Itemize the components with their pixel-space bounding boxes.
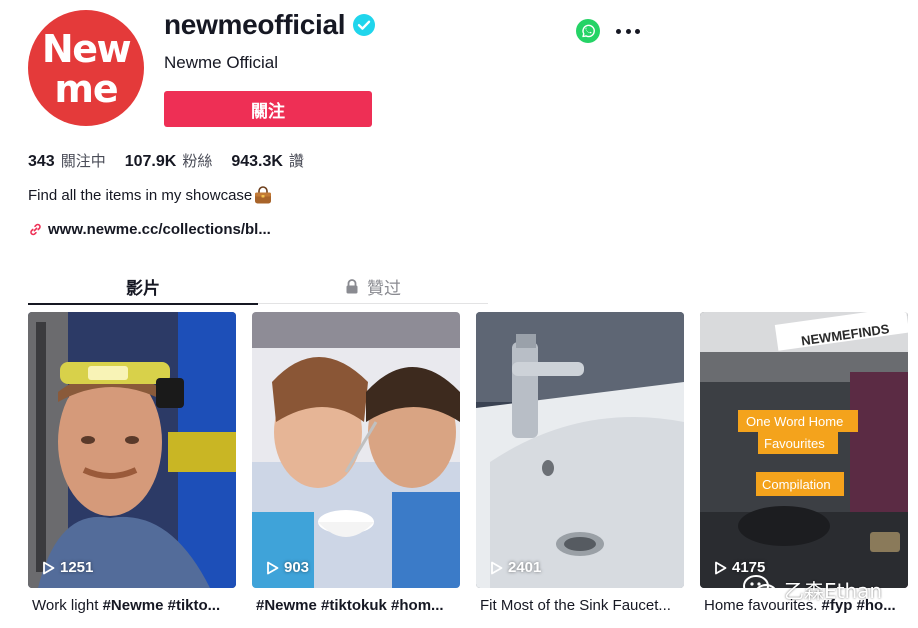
overlay-label-1b: Favourites bbox=[764, 436, 825, 451]
video-caption[interactable]: Fit Most of the Sink Faucet... bbox=[476, 597, 684, 614]
play-icon bbox=[267, 561, 279, 574]
watermark: 乙森Ethan bbox=[742, 574, 882, 604]
video-card[interactable]: 903 #Newme #tiktokuk #hom... bbox=[252, 312, 460, 614]
tab-liked[interactable]: 贊过 bbox=[258, 268, 488, 304]
video-thumbnail-image bbox=[476, 312, 684, 588]
play-icon bbox=[715, 561, 727, 574]
more-dot bbox=[635, 28, 640, 34]
stat-label: 讚 bbox=[288, 152, 304, 170]
profile-tabs: 影片 贊过 bbox=[28, 268, 488, 305]
profile-stats: 343 關注中 107.9K 粉絲 943.3K 讚 bbox=[28, 150, 323, 171]
more-options-button[interactable] bbox=[616, 20, 640, 42]
overlay-label-2: Compilation bbox=[762, 477, 831, 492]
stat-label: 關注中 bbox=[60, 152, 106, 170]
profile-link[interactable]: www.newme.cc/collections/bl... bbox=[28, 221, 271, 238]
video-thumbnail-image: NEWMEFINDS One Word Home Favourites Comp… bbox=[700, 312, 908, 588]
play-count-value: 2401 bbox=[508, 559, 542, 576]
video-caption[interactable]: Work light #Newme #tikto... bbox=[28, 597, 236, 614]
verified-icon bbox=[353, 14, 376, 36]
video-caption[interactable]: #Newme #tiktokuk #hom... bbox=[252, 597, 460, 614]
stat-value: 943.3K bbox=[231, 153, 283, 170]
video-thumbnail[interactable]: 903 bbox=[252, 312, 460, 588]
video-thumbnail[interactable]: NEWMEFINDS One Word Home Favourites Comp… bbox=[700, 312, 908, 588]
tab-liked-label: 贊过 bbox=[367, 278, 401, 299]
tab-videos[interactable]: 影片 bbox=[28, 268, 258, 304]
stat-followers[interactable]: 107.9K 粉絲 bbox=[125, 150, 213, 171]
display-name: Newme Official bbox=[164, 53, 278, 72]
video-thumbnail[interactable]: 2401 bbox=[476, 312, 684, 588]
play-count: 2401 bbox=[490, 559, 541, 576]
video-card[interactable]: 1251 Work light #Newme #tikto... bbox=[28, 312, 236, 614]
stat-label: 粉絲 bbox=[182, 152, 213, 170]
avatar-logo-line2: me bbox=[54, 67, 118, 111]
stat-following[interactable]: 343 關注中 bbox=[28, 150, 106, 171]
bio-text: Find all the items in my showcase bbox=[28, 186, 253, 204]
video-caption-text: Fit Most of the Sink Faucet... bbox=[480, 597, 671, 614]
active-tab-indicator bbox=[28, 303, 258, 305]
wechat-icon bbox=[743, 575, 777, 602]
play-count: 903 bbox=[266, 559, 309, 576]
overlay-label-1a: One Word Home bbox=[746, 414, 843, 429]
video-card[interactable]: 2401 Fit Most of the Sink Faucet... bbox=[476, 312, 684, 614]
stat-value: 343 bbox=[28, 153, 55, 170]
video-thumbnail-image bbox=[28, 312, 236, 588]
bio: Find all the items in my showcase bbox=[28, 186, 273, 204]
video-caption-hashtags: #Newme #tiktokuk #hom... bbox=[256, 597, 444, 614]
play-count-value: 1251 bbox=[60, 559, 94, 576]
video-caption-hashtags: #Newme #tikto... bbox=[102, 597, 221, 614]
play-icon bbox=[43, 561, 55, 574]
more-dot bbox=[616, 28, 621, 34]
avatar[interactable]: New me bbox=[28, 10, 144, 126]
profile-link-text: www.newme.cc/collections/bl... bbox=[48, 221, 271, 238]
stat-value: 107.9K bbox=[124, 153, 177, 170]
video-thumbnail[interactable]: 1251 bbox=[28, 312, 236, 588]
video-card[interactable]: NEWMEFINDS One Word Home Favourites Comp… bbox=[700, 312, 908, 614]
username-text: newmeofficial bbox=[164, 9, 346, 40]
link-icon bbox=[30, 223, 41, 236]
avatar-logo-line1: New bbox=[41, 27, 132, 71]
bag-emoji-icon bbox=[255, 186, 272, 204]
tab-videos-label: 影片 bbox=[126, 278, 160, 299]
watermark-text: 乙森Ethan bbox=[784, 578, 883, 603]
video-thumbnail-image bbox=[252, 312, 460, 588]
stat-likes: 943.3K 讚 bbox=[231, 150, 304, 171]
video-caption-text: Work light bbox=[32, 597, 103, 614]
username: newmeofficial bbox=[164, 9, 376, 41]
whatsapp-icon[interactable] bbox=[576, 19, 600, 43]
lock-icon bbox=[346, 278, 358, 293]
play-icon bbox=[491, 561, 503, 574]
play-count: 1251 bbox=[42, 559, 93, 576]
play-count-value: 903 bbox=[284, 559, 310, 576]
more-dot bbox=[625, 28, 631, 34]
follow-button[interactable]: 關注 bbox=[164, 91, 372, 127]
